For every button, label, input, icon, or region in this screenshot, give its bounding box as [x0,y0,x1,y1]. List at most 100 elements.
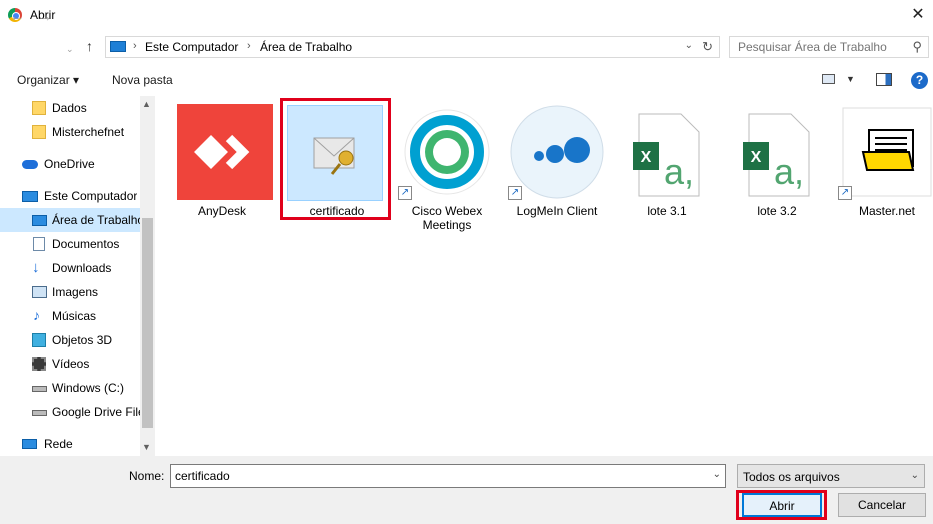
selection-highlight-box [280,98,391,220]
sidebar-item-label: Objetos 3D [52,333,113,347]
shortcut-arrow-icon: ↗ [398,186,412,200]
chevron-right-icon: › [247,40,251,52]
help-icon[interactable]: ? [911,72,928,89]
sidebar-item-imagens[interactable]: Imagens [0,280,140,304]
open-button-highlight-box [736,490,827,520]
master-net-icon [839,104,933,200]
organize-button[interactable]: Organizar ▾ [17,73,79,87]
sidebar-item-musicas[interactable]: ♪ Músicas [0,304,140,328]
file-name-field[interactable]: ⌄ [170,464,726,488]
title-bar: Abrir ✕ [0,0,933,31]
sidebar-scrollbar[interactable]: ▲ ▼ [140,96,155,456]
preview-pane-icon[interactable] [876,73,892,86]
file-name: lote 3.2 [757,204,797,218]
scroll-up-icon[interactable]: ▲ [142,99,151,109]
computer-icon [22,191,38,202]
chevron-down-icon[interactable]: ⌄ [713,469,721,480]
view-dropdown-icon[interactable]: ▼ [846,74,855,84]
file-name: LogMeIn Client [516,204,598,218]
anydesk-icon [177,104,273,200]
documents-icon [33,237,45,251]
scroll-down-icon[interactable]: ▼ [142,442,151,452]
sidebar-item-google-drive[interactable]: Google Drive File Stream [0,400,140,424]
close-icon[interactable]: ✕ [903,0,933,30]
sidebar-item-documentos[interactable]: Documentos [0,232,140,256]
navigation-pane: Dados Misterchefnet OneDrive Este Comput… [0,96,155,456]
sidebar-item-onedrive[interactable]: OneDrive [0,152,140,176]
file-name: AnyDesk [197,204,247,218]
file-name: lote 3.1 [647,204,687,218]
search-input[interactable] [730,37,900,57]
sidebar-item-label: Este Computador [44,189,138,203]
file-type-value: Todos os arquivos [743,470,840,484]
file-item-lote-3-1[interactable]: X a, lote 3.1 [612,100,716,230]
chevron-down-icon[interactable]: ⌄ [685,40,693,51]
images-icon [32,286,47,298]
file-item-master-net[interactable]: ↗ Master.net [832,100,933,230]
file-name: Cisco Webex Meetings [411,204,483,232]
webex-icon [399,104,495,200]
sidebar-item-label: Google Drive File Stream [52,405,140,419]
forward-icon[interactable]: → [38,8,52,24]
network-icon [22,439,37,449]
sidebar-item-label: Imagens [52,285,99,299]
back-icon[interactable]: ← [10,8,24,24]
svg-text:a,: a, [664,151,694,192]
search-icon[interactable]: ⚲ [912,39,922,55]
sidebar-item-misterchefnet[interactable]: Misterchefnet [0,120,140,144]
sidebar-item-label: Documentos [52,237,120,251]
view-icon[interactable] [822,74,835,84]
file-name-input[interactable] [171,465,701,487]
address-bar[interactable]: › Este Computador › Área de Trabalho ⌄ ↻ [105,36,720,58]
cube-icon [32,333,46,347]
breadcrumb-area-de-trabalho[interactable]: Área de Trabalho [260,40,352,54]
search-box[interactable]: ⚲ [729,36,929,58]
refresh-icon[interactable]: ↻ [702,39,713,55]
svg-text:X: X [641,149,652,166]
sidebar-item-area-de-trabalho[interactable]: Área de Trabalho [0,208,140,232]
folder-icon [32,125,46,139]
folder-icon [32,101,46,115]
computer-icon [110,41,126,52]
file-name: Master.net [858,204,916,218]
sidebar-item-label: Dados [52,101,87,115]
file-item-lote-3-2[interactable]: X a, lote 3.2 [722,100,826,230]
sidebar-item-label: Músicas [52,309,97,323]
new-folder-button[interactable]: Nova pasta [112,73,173,87]
cancel-button[interactable]: Cancelar [838,493,926,517]
recent-dropdown-icon[interactable]: ⌄ [66,44,74,55]
download-icon: ↓ [32,259,40,276]
scrollbar-thumb[interactable] [142,218,153,428]
excel-file-icon: X a, [619,104,715,200]
sidebar-item-windows-c[interactable]: Windows (C:) [0,376,140,400]
svg-text:a,: a, [774,151,804,192]
breadcrumb-este-computador[interactable]: Este Computador [145,40,238,54]
sidebar-item-videos[interactable]: Vídeos [0,352,140,376]
music-icon: ♪ [33,307,40,323]
file-item-anydesk[interactable]: AnyDesk [167,100,273,230]
sidebar-item-label: Windows (C:) [52,381,125,395]
sidebar-item-objetos-3d[interactable]: Objetos 3D [0,328,140,352]
excel-file-icon: X a, [729,104,825,200]
sidebar-item-este-computador[interactable]: Este Computador [0,184,140,208]
file-list: AnyDesk certificado ↗ Cisco Webex Meetin… [157,96,933,456]
file-name-label: Nome: [129,469,165,483]
up-icon[interactable]: ↑ [86,38,93,54]
file-item-cisco-webex[interactable]: ↗ Cisco Webex Meetings [392,100,496,232]
sidebar-item-downloads[interactable]: ↓ Downloads [0,256,140,280]
drive-icon [32,410,47,416]
sidebar-item-rede[interactable]: Rede [0,432,140,456]
shortcut-arrow-icon: ↗ [508,186,522,200]
sidebar-item-label: Área de Trabalho [52,213,140,227]
file-item-logmein[interactable]: ↗ LogMeIn Client [502,100,606,230]
drive-icon [32,386,47,392]
file-type-select[interactable]: Todos os arquivos ⌄ [737,464,925,488]
sidebar-item-dados[interactable]: Dados [0,96,140,120]
sidebar-item-label: Vídeos [52,357,90,371]
cloud-icon [22,160,38,169]
desktop-icon [32,215,47,226]
video-icon [32,357,46,371]
logmein-icon [509,104,605,200]
shortcut-arrow-icon: ↗ [838,186,852,200]
chevron-down-icon: ⌄ [910,470,919,481]
